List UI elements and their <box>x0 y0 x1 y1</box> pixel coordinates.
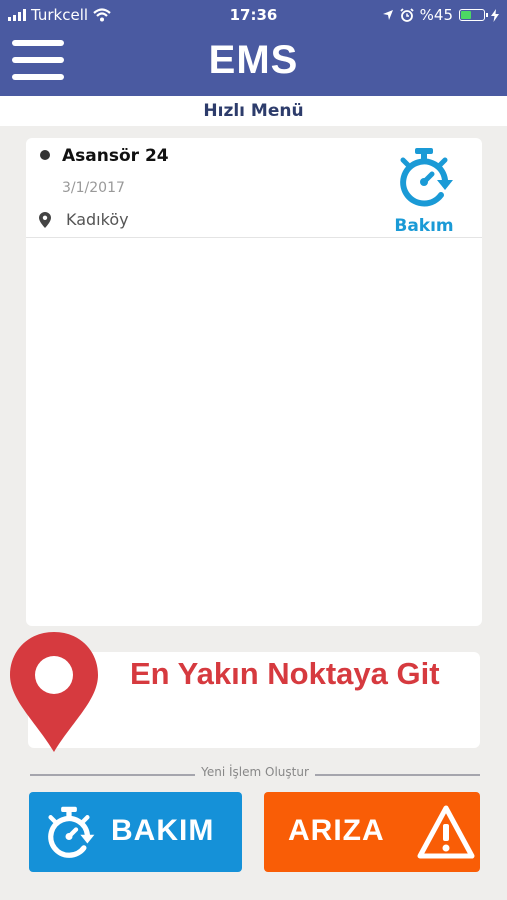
status-bar: Turkcell 17:36 %45 <box>0 0 507 32</box>
charging-icon <box>491 8 499 22</box>
record-list: Asansör 24 3/1/2017 Kadıköy Bakım <box>26 138 482 626</box>
stopwatch-icon <box>48 806 95 858</box>
bakim-badge: Bakım <box>388 146 460 238</box>
status-right: %45 <box>382 6 499 24</box>
ariza-button[interactable]: ARIZA <box>264 792 480 872</box>
battery-icon <box>459 9 488 21</box>
location-pin-icon <box>39 212 51 228</box>
header-bar: EMS <box>0 32 507 96</box>
new-operation-section: Yeni İşlem Oluştur <box>30 764 480 784</box>
item-title: Asansör 24 <box>62 146 169 166</box>
warning-icon <box>417 805 475 859</box>
battery-percent: %45 <box>419 6 453 24</box>
bakim-button[interactable]: BAKIM <box>29 792 242 872</box>
ariza-button-label: ARIZA <box>288 814 385 847</box>
nearest-point-label: En Yakın Noktaya Git <box>130 656 440 691</box>
app-title: EMS <box>208 38 299 82</box>
location-arrow-icon <box>382 10 393 20</box>
alarm-icon <box>400 8 414 22</box>
bakim-badge-label: Bakım <box>394 216 454 236</box>
item-location: Kadıköy <box>66 210 129 229</box>
section-label: Yeni İşlem Oluştur <box>195 765 315 779</box>
list-item[interactable]: Asansör 24 3/1/2017 Kadıköy Bakım <box>26 138 482 238</box>
quick-menu-title: Hızlı Menü <box>0 96 507 126</box>
bakim-button-label: BAKIM <box>111 814 215 847</box>
stopwatch-icon <box>400 148 453 207</box>
location-pin-icon[interactable] <box>6 630 102 754</box>
item-date: 3/1/2017 <box>62 180 125 196</box>
bullet-icon <box>40 150 50 160</box>
